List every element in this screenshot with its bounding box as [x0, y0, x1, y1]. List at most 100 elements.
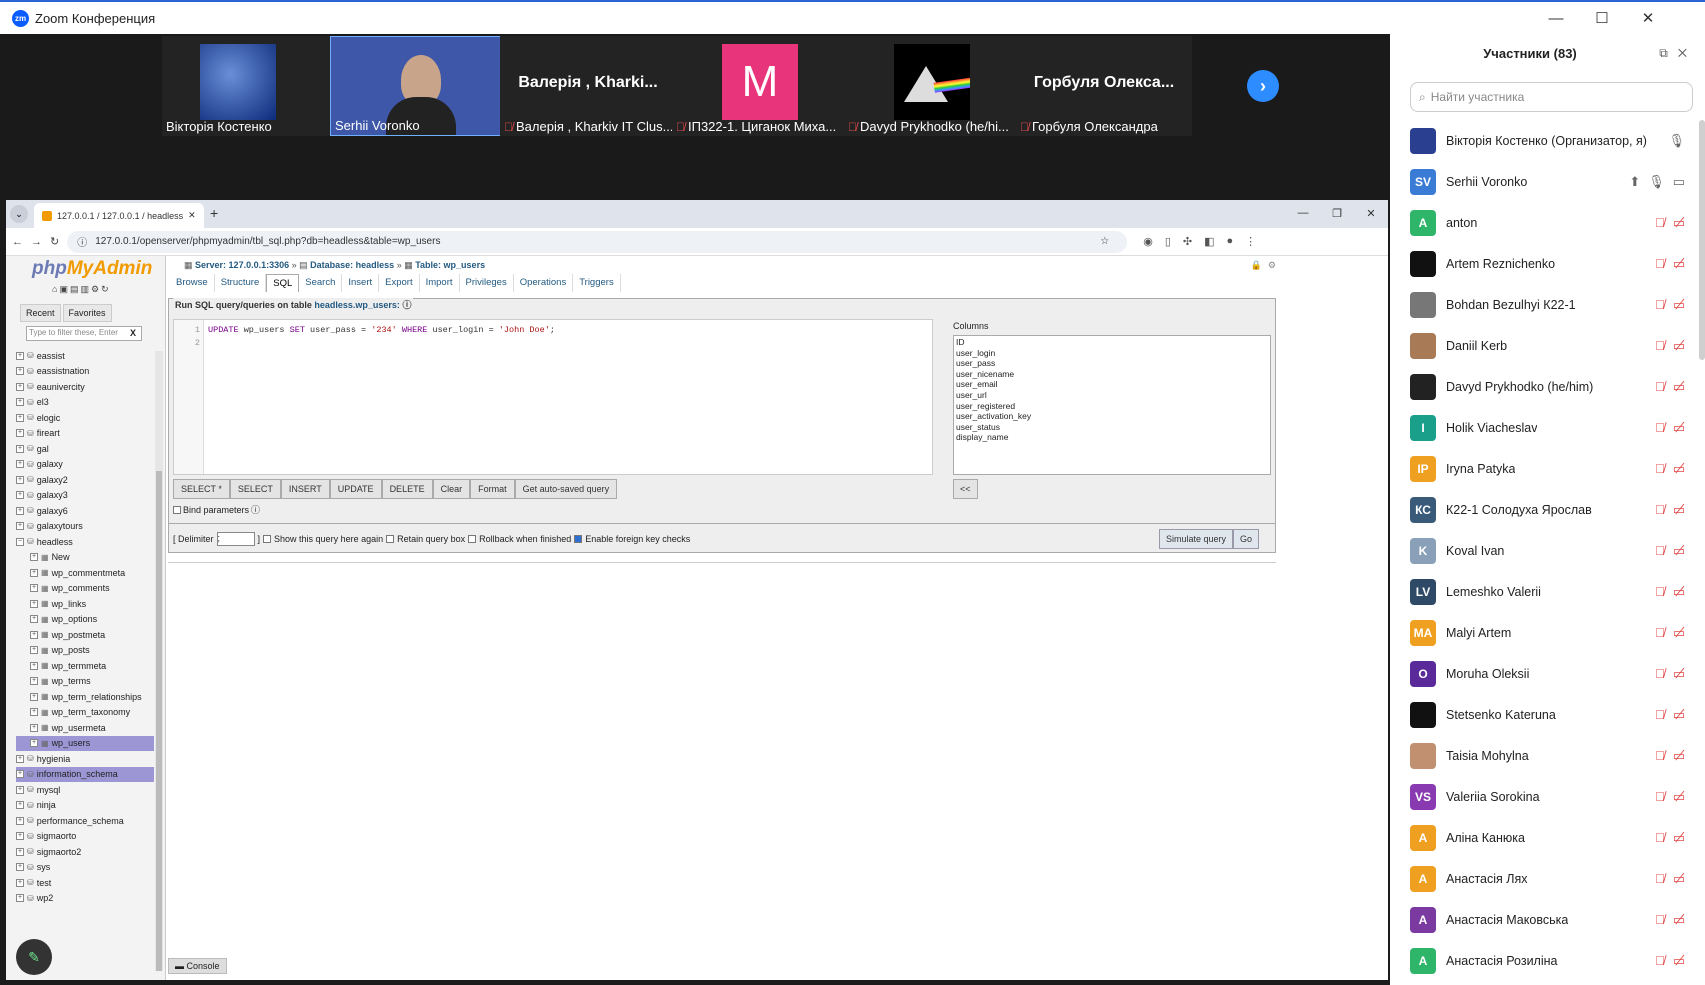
delimiter-input[interactable]: ;: [216, 532, 255, 546]
reload-icon[interactable]: ↻: [50, 235, 59, 248]
tree-database-item[interactable]: + ⛁ eaunivercity: [16, 379, 154, 395]
columns-list[interactable]: ID user_login user_pass user_nicename user_e…: [953, 335, 1271, 475]
menu-icon[interactable]: ⋮: [1245, 235, 1256, 248]
video-tile-active-speaker[interactable]: Serhii Voronko: [330, 36, 506, 136]
participant-row[interactable]: Bohdan Bezulhyi К22-1 🎙̸▭̸: [1410, 284, 1705, 325]
bind-parameters-checkbox[interactable]: [173, 505, 181, 514]
address-bar[interactable]: ⓘ 127.0.0.1/openserver/phpmyadmin/tbl_sq…: [67, 230, 1128, 253]
expand-toggle-icon[interactable]: +: [16, 398, 24, 407]
docs-icon[interactable]: ▥: [80, 284, 91, 294]
tree-table-item[interactable]: + ▦ wp_comments: [16, 581, 154, 597]
tree-database-item[interactable]: + ⛁ eassist: [16, 348, 154, 364]
browser-tab[interactable]: 127.0.0.1 / 127.0.0.1 / headless ✕: [34, 203, 204, 228]
breadcrumb-database[interactable]: Database: headless: [310, 260, 394, 270]
puzzle-icon[interactable]: ✣: [1183, 235, 1192, 248]
phpmyadmin-logo[interactable]: phpMyAdmin: [32, 258, 152, 280]
column-option[interactable]: ID: [956, 337, 1268, 348]
column-option[interactable]: user_registered: [956, 401, 1268, 412]
expand-toggle-icon[interactable]: +: [30, 646, 38, 655]
participant-row[interactable]: MA Malyi Artem 🎙̸▭̸: [1410, 612, 1705, 653]
expand-toggle-icon[interactable]: +: [30, 615, 38, 624]
participant-row[interactable]: IP Iryna Patyka 🎙̸▭̸: [1410, 448, 1705, 489]
tree-database-item[interactable]: + ⛁ sigmaorto2: [16, 844, 154, 860]
reload-icon[interactable]: ↻: [101, 284, 111, 294]
expand-toggle-icon[interactable]: +: [30, 553, 38, 562]
video-tile[interactable]: Вікторія Костенко: [162, 36, 338, 136]
tree-database-item[interactable]: + ⛁ el3: [16, 395, 154, 411]
expand-toggle-icon[interactable]: +: [16, 382, 24, 391]
breadcrumb-server[interactable]: Server: 127.0.0.1:3306: [195, 260, 289, 270]
tab-search[interactable]: Search: [299, 274, 343, 292]
tab-sql[interactable]: SQL: [266, 274, 300, 292]
annotate-pencil-button[interactable]: ✎: [16, 939, 52, 975]
tree-table-item[interactable]: + ▦ New: [16, 550, 154, 566]
close-button[interactable]: ✕: [1625, 2, 1671, 34]
popout-icon[interactable]: ⧉: [1659, 46, 1678, 60]
new-tab-button[interactable]: +: [210, 205, 218, 221]
participant-row[interactable]: SV Serhii Voronko ⬆🎙▭: [1410, 161, 1705, 202]
back-arrow-icon[interactable]: ←: [12, 236, 23, 248]
expand-toggle-icon[interactable]: +: [16, 770, 24, 779]
participant-row[interactable]: K Koval Ivan 🎙̸▭̸: [1410, 530, 1705, 571]
expand-toggle-icon[interactable]: +: [30, 630, 38, 639]
participant-row[interactable]: A Анастасія Розиліна 🎙̸▭̸: [1410, 940, 1705, 981]
tree-table-item[interactable]: + ▦ wp_links: [16, 596, 154, 612]
query-icon[interactable]: ▤: [70, 284, 81, 294]
info-icon[interactable]: ⓘ: [77, 234, 87, 249]
browser-restore-button[interactable]: ❐: [1320, 200, 1354, 226]
extension-icon[interactable]: ◉: [1143, 235, 1153, 248]
tab-close-icon[interactable]: ✕: [188, 210, 196, 221]
participant-row[interactable]: LV Lemeshko Valerii 🎙̸▭̸: [1410, 571, 1705, 612]
column-option[interactable]: user_nicename: [956, 369, 1268, 380]
expand-toggle-icon[interactable]: +: [30, 677, 38, 686]
insert-column-button[interactable]: <<: [953, 479, 978, 499]
tab-insert[interactable]: Insert: [342, 274, 380, 292]
go-button[interactable]: Go: [1232, 529, 1259, 549]
tree-database-item[interactable]: + ⛁ galaxy2: [16, 472, 154, 488]
expand-toggle-icon[interactable]: +: [16, 367, 24, 376]
expand-toggle-icon[interactable]: +: [16, 832, 24, 841]
expand-toggle-icon[interactable]: +: [16, 894, 24, 903]
tree-database-item[interactable]: + ⛁ information_schema: [16, 766, 154, 782]
lock-icon[interactable]: 🔒: [1251, 260, 1268, 270]
tab-import[interactable]: Import: [420, 274, 460, 292]
participant-row[interactable]: Aanton 🎙̸▭̸: [1410, 202, 1705, 243]
favorites-tab[interactable]: Favorites: [62, 304, 112, 322]
participant-row[interactable]: Taisia Mohylna 🎙̸▭̸: [1410, 735, 1705, 776]
expand-toggle-icon[interactable]: +: [16, 785, 24, 794]
participant-row[interactable]: Stetsenko Kateruna 🎙̸▭̸: [1410, 694, 1705, 735]
participant-row[interactable]: A Аліна Канюка 🎙̸▭̸: [1410, 817, 1705, 858]
expand-toggle-icon[interactable]: +: [16, 878, 24, 887]
tree-database-item[interactable]: + ⛁ elogic: [16, 410, 154, 426]
tree-table-item[interactable]: + ▦ wp_users: [16, 735, 154, 751]
column-option[interactable]: display_name: [956, 432, 1268, 443]
simulate-query-button[interactable]: Simulate query: [1158, 529, 1233, 549]
participant-row[interactable]: I Holik Viacheslav 🎙̸▭̸: [1410, 407, 1705, 448]
tree-database-item[interactable]: + ⛁ galaxy6: [16, 503, 154, 519]
expand-toggle-icon[interactable]: +: [16, 863, 24, 872]
tree-database-item[interactable]: + ⛁ fireart: [16, 426, 154, 442]
close-icon[interactable]: ✕: [1678, 46, 1697, 60]
expand-toggle-icon[interactable]: +: [16, 522, 24, 531]
expand-toggle-icon[interactable]: +: [16, 801, 24, 810]
expand-toggle-icon[interactable]: +: [30, 692, 38, 701]
profile-icon[interactable]: ●: [1227, 235, 1234, 248]
tab-triggers[interactable]: Triggers: [573, 274, 621, 292]
video-tile[interactable]: 🎙̸ Davyd Prykhodko (he/hi...: [844, 36, 1020, 136]
tab-privileges[interactable]: Privileges: [460, 274, 514, 292]
tree-database-item[interactable]: + ⛁ sys: [16, 860, 154, 876]
tab-browse[interactable]: Browse: [170, 274, 215, 292]
bind-parameters[interactable]: Bind parameters ⓘ: [173, 503, 260, 516]
column-option[interactable]: user_email: [956, 379, 1268, 390]
tree-database-item[interactable]: + ⛁ performance_schema: [16, 813, 154, 829]
column-option[interactable]: user_status: [956, 422, 1268, 433]
maximize-button[interactable]: ☐: [1579, 2, 1625, 34]
browser-minimize-button[interactable]: —: [1286, 200, 1320, 226]
expand-toggle-icon[interactable]: +: [16, 351, 24, 360]
participant-row[interactable]: Artem Reznichenko 🎙̸▭̸: [1410, 243, 1705, 284]
filter-clear-button[interactable]: X: [130, 328, 136, 338]
query-button[interactable]: Clear: [432, 479, 471, 499]
expand-toggle-icon[interactable]: +: [16, 413, 24, 422]
expand-toggle-icon[interactable]: +: [16, 444, 24, 453]
tree-database-item[interactable]: + ⛁ mysql: [16, 782, 154, 798]
